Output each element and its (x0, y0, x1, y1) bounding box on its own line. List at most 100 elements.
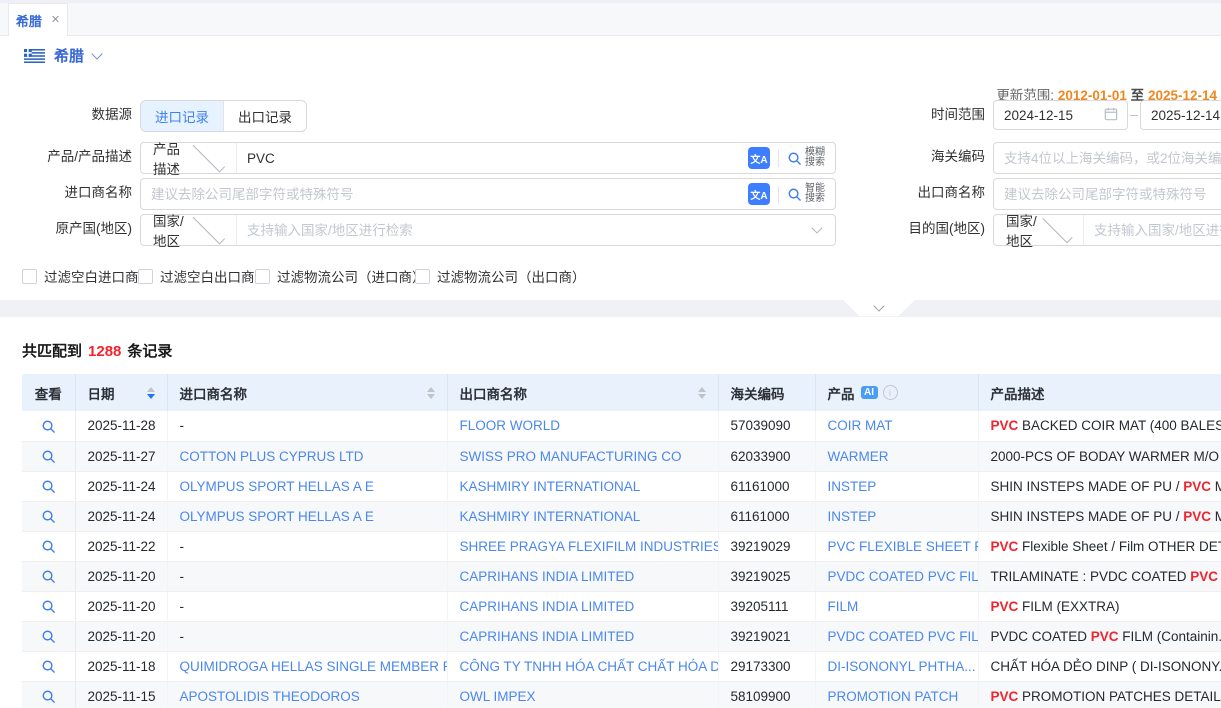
checkbox-icon[interactable] (415, 269, 430, 284)
chevron-down-icon[interactable] (91, 48, 102, 59)
product-type-select[interactable]: 产品描述 (141, 143, 237, 173)
product-link[interactable]: WARMER (828, 449, 889, 464)
exporter-link[interactable]: OWL IMPEX (460, 689, 536, 704)
view-record-icon[interactable] (41, 629, 56, 644)
product-link[interactable]: PROMOTION PATCH (828, 689, 959, 704)
product-link[interactable]: PVC FLEXIBLE SHEET F... (828, 539, 979, 554)
start-date-field[interactable] (994, 101, 1104, 129)
translate-icon[interactable]: 文A (748, 183, 770, 205)
exporter-link[interactable]: FLOOR WORLD (460, 418, 561, 433)
exporter-link[interactable]: CAPRIHANS INDIA LIMITED (460, 599, 635, 614)
product-cell: PVC FLEXIBLE SHEET F... (815, 531, 978, 561)
exporter-link[interactable]: KASHMIRY INTERNATIONAL (460, 479, 641, 494)
filter-logistics-exporter-checkbox[interactable]: 过滤物流公司（出口商） (415, 266, 586, 286)
importer-input[interactable] (141, 179, 744, 209)
form-collapse-band (0, 300, 1221, 317)
exporter-input[interactable] (994, 179, 1221, 209)
divider (778, 150, 779, 167)
calendar-icon[interactable] (1104, 107, 1118, 124)
exporter-link[interactable]: CAPRIHANS INDIA LIMITED (460, 629, 635, 644)
filter-logistics-importer-checkbox[interactable]: 过滤物流公司（进口商） (255, 266, 426, 286)
description-text: CHẤT HÓA DẺO DINP ( DI-ISONONY... (991, 659, 1221, 674)
checkbox-icon[interactable] (22, 269, 37, 284)
end-date-input[interactable] (1140, 100, 1221, 130)
description-text: TRILAMINATE : PVDC COATED (991, 569, 1191, 584)
page-title: 希腊 (54, 45, 84, 66)
sort-icon[interactable] (147, 387, 155, 399)
hs-code-cell: 39219029 (718, 531, 815, 561)
date-cell: 2025-11-18 (75, 651, 167, 681)
sort-icon[interactable] (698, 387, 706, 399)
importer-link[interactable]: APOSTOLIDIS THEODOROS (180, 689, 360, 704)
smart-search-button[interactable]: 智能搜索 (787, 184, 825, 205)
import-records-button[interactable]: 进口记录 (141, 101, 223, 131)
hs-code-label: 海关编码 (860, 142, 985, 172)
product-link[interactable]: INSTEP (828, 479, 877, 494)
view-record-icon[interactable] (41, 419, 56, 434)
exporter-link[interactable]: SWISS PRO MANUFACTURING CO (460, 449, 682, 464)
export-records-button[interactable]: 出口记录 (223, 101, 306, 131)
dest-country-select[interactable]: 国家/地区 (994, 215, 1084, 245)
chevron-down-icon[interactable] (811, 222, 822, 233)
fuzzy-search-button[interactable]: 模糊搜索 (787, 148, 825, 169)
exporter-cell: KASHMIRY INTERNATIONAL (447, 501, 718, 531)
translate-icon[interactable]: 文A (748, 147, 770, 169)
description-cell: CHẤT HÓA DẺO DINP ( DI-ISONONY... (978, 651, 1221, 681)
exporter-link[interactable]: CÔNG TY TNHH HÓA CHẤT CHẤT HÓA DẺ... (460, 659, 719, 674)
view-record-icon[interactable] (41, 689, 56, 704)
importer-label: 进口商名称 (0, 178, 132, 208)
end-date-field[interactable] (1141, 101, 1221, 129)
product-link[interactable]: COIR MAT (828, 418, 893, 433)
product-link[interactable]: PVDC COATED PVC FIL... (828, 629, 979, 644)
info-icon[interactable]: i (883, 385, 898, 400)
view-record-icon[interactable] (41, 569, 56, 584)
description-cell: PVC PROMOTION PATCHES DETAIL ... (978, 681, 1221, 708)
close-icon[interactable]: ✕ (51, 15, 60, 26)
origin-country-select[interactable]: 国家/地区 (141, 215, 237, 245)
col-header-date[interactable]: 日期 (75, 374, 167, 411)
product-link[interactable]: DI-ISONONYL PHTHA... (828, 659, 976, 674)
col-header-importer[interactable]: 进口商名称 (167, 374, 447, 411)
checkbox-icon[interactable] (138, 269, 153, 284)
product-link[interactable]: PVDC COATED PVC FIL... (828, 569, 979, 584)
date-cell: 2025-11-28 (75, 411, 167, 441)
product-cell: FILM (815, 591, 978, 621)
exporter-link[interactable]: KASHMIRY INTERNATIONAL (460, 509, 641, 524)
dest-country-input[interactable] (1084, 215, 1221, 245)
view-record-icon[interactable] (41, 659, 56, 674)
checkbox-icon[interactable] (255, 269, 270, 284)
product-search-input[interactable] (237, 143, 744, 173)
description-text: M... (1211, 479, 1221, 494)
filter-blank-exporter-checkbox[interactable]: 过滤空白出口商 (138, 266, 255, 286)
start-date-input[interactable] (993, 100, 1128, 130)
hs-code-cell: 58109900 (718, 681, 815, 708)
importer-link[interactable]: QUIMIDROGA HELLAS SINGLE MEMBER PC (180, 659, 448, 674)
filter-blank-importer-checkbox[interactable]: 过滤空白进口商 (22, 266, 139, 286)
data-source-label: 数据源 (0, 100, 132, 130)
origin-country-control: 国家/地区 (140, 214, 836, 246)
importer-link[interactable]: OLYMPUS SPORT HELLAS A E (180, 479, 374, 494)
origin-country-input[interactable] (237, 215, 813, 245)
view-record-icon[interactable] (41, 449, 56, 464)
col-header-exporter[interactable]: 出口商名称 (447, 374, 718, 411)
collapse-panel-button[interactable] (843, 300, 915, 316)
hs-code-input[interactable] (994, 143, 1221, 173)
importer-link[interactable]: OLYMPUS SPORT HELLAS A E (180, 509, 374, 524)
view-record-icon[interactable] (41, 539, 56, 554)
view-record-icon[interactable] (41, 599, 56, 614)
dest-country-select-value: 国家/地区 (1006, 210, 1040, 250)
description-cell: PVDC COATED PVC FILM (Containin... (978, 621, 1221, 651)
tab-greece[interactable]: 希腊 ✕ (8, 3, 68, 36)
exporter-link[interactable]: SHREE PRAGYA FLEXIFILM INDUSTRIES (460, 539, 719, 554)
view-record-icon[interactable] (41, 509, 56, 524)
tab-bar: 希腊 ✕ (0, 0, 1221, 36)
date-cell: 2025-11-22 (75, 531, 167, 561)
importer-link[interactable]: COTTON PLUS CYPRUS LTD (180, 449, 364, 464)
importer-cell: COTTON PLUS CYPRUS LTD (167, 441, 447, 471)
col-header-hs-code: 海关编码 (718, 374, 815, 411)
product-link[interactable]: FILM (828, 599, 859, 614)
product-link[interactable]: INSTEP (828, 509, 877, 524)
exporter-link[interactable]: CAPRIHANS INDIA LIMITED (460, 569, 635, 584)
view-record-icon[interactable] (41, 479, 56, 494)
sort-icon[interactable] (427, 387, 435, 399)
